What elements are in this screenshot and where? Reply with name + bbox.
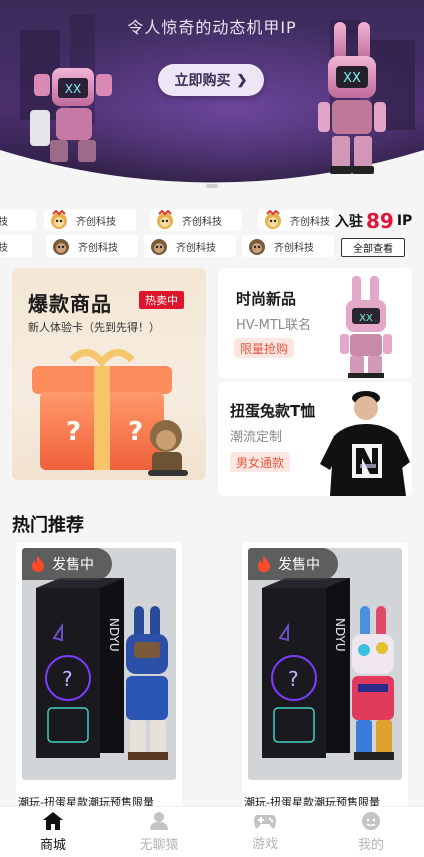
svg-text:?: ?: [62, 667, 73, 691]
tee-title: 扭蛋兔款T恤: [230, 402, 316, 420]
buy-now-button[interactable]: 立即购买 ❯: [158, 64, 264, 96]
svg-text:?: ?: [128, 417, 143, 447]
brand-name: 技: [0, 216, 8, 228]
brand-chip[interactable]: 齐创科技: [242, 235, 334, 257]
hot-products-title: 爆款商品: [28, 292, 112, 316]
chevron-right-icon: ❯: [236, 72, 248, 87]
profile-icon: [362, 812, 380, 830]
view-all-button[interactable]: 全部查看: [341, 238, 405, 257]
on-sale-badge: 发售中: [248, 548, 338, 580]
svg-text:NDYU: NDYU: [333, 618, 347, 652]
banner-title: 令人惊奇的动态机甲IP: [127, 18, 297, 37]
product-image: 发售中 NDYU ?: [22, 548, 176, 780]
svg-text:?: ?: [288, 667, 299, 691]
brand-chip[interactable]: 齐创科技: [46, 235, 138, 257]
join-count: 89: [366, 209, 394, 233]
hot-products-subtitle: 新人体验卡（先到先得！）: [28, 321, 160, 334]
svg-text:NDYU: NDYU: [107, 618, 121, 652]
buy-now-label: 立即购买: [174, 72, 231, 88]
on-sale-label: 发售中: [278, 557, 320, 573]
tab-bored-ape[interactable]: 无聊猿: [106, 807, 212, 857]
brand-name: 齐创科技: [274, 242, 314, 254]
join-suffix: IP: [396, 213, 413, 229]
product-box-figure-image: NDYU ?: [248, 548, 402, 780]
brand-monkey-logo-icon: [151, 239, 167, 255]
home-icon: [43, 812, 63, 830]
tab-games[interactable]: 游戏: [212, 807, 318, 857]
brand-monkey-logo-icon: [157, 209, 173, 229]
product-card[interactable]: 发售中 NDYU ? 潮玩-扭蛋星款潮玩预售限量: [16, 542, 182, 812]
tab-label: 游戏: [251, 837, 278, 852]
carousel-indicator[interactable]: [0, 184, 424, 188]
brand-monkey-logo-icon: [249, 239, 265, 255]
join-prefix: 入驻: [335, 214, 363, 230]
page: XX XX 令人惊奇的动态机甲IP 立即购买 ❯ 技 齐创科技 齐创科技 齐创科…: [0, 0, 424, 857]
brand-name: 齐创科技: [76, 216, 116, 228]
on-sale-badge: 发售中: [22, 548, 112, 580]
brand-monkey-logo-icon: [51, 209, 67, 229]
bottom-tab-bar: 商城 无聊猿 游戏 我的: [0, 806, 424, 857]
brand-monkey-logo-icon: [53, 239, 69, 255]
fashion-title: 时尚新品: [236, 290, 297, 308]
brand-name: 齐创科技: [182, 216, 222, 228]
fire-icon: [258, 556, 270, 572]
brand-chip[interactable]: 齐创科技: [150, 209, 242, 231]
hot-section-title: 热门推荐: [12, 515, 84, 536]
tab-mine[interactable]: 我的: [318, 807, 424, 857]
tab-shop[interactable]: 商城: [0, 807, 106, 857]
fashion-new-card[interactable]: 时尚新品 HV-MTL联名 限量抢购 XX: [218, 268, 412, 378]
brand-monkey-logo-icon: [265, 209, 281, 229]
gamepad-icon: [254, 815, 276, 829]
hot-sale-tag: 热卖中: [139, 291, 184, 309]
limited-pill: 限量抢购: [234, 338, 295, 358]
fire-icon: [32, 556, 44, 572]
gift-box-illustration: ? ?: [32, 349, 188, 476]
on-sale-label: 发售中: [52, 557, 94, 573]
unisex-pill: 男女通款: [230, 452, 291, 472]
user-icon: [150, 812, 168, 830]
product-image: 发售中 NDYU ?: [248, 548, 402, 780]
bunny-robot-figure-image: XX: [340, 276, 392, 378]
brand-name: 技: [0, 242, 8, 254]
hero-banner[interactable]: XX XX 令人惊奇的动态机甲IP 立即购买 ❯: [0, 0, 424, 196]
tee-subtitle: 潮流定制: [230, 430, 283, 445]
brand-name: 齐创科技: [78, 242, 118, 254]
svg-text:?: ?: [66, 417, 81, 447]
brand-name: 齐创科技: [290, 216, 330, 228]
product-box-figure-image: NDYU ?: [22, 548, 176, 780]
brand-chip[interactable]: 齐创科技: [144, 235, 236, 257]
brand-chip[interactable]: 技: [0, 235, 32, 257]
carousel-dot[interactable]: [206, 184, 218, 188]
svg-text:XX: XX: [65, 82, 81, 96]
svg-text:XX: XX: [343, 71, 361, 86]
fashion-subtitle: HV-MTL联名: [236, 318, 311, 333]
svg-text:XX: XX: [359, 313, 373, 324]
tab-label: 无聊猿: [139, 838, 179, 853]
tab-label: 我的: [357, 838, 384, 853]
ip-join-counter: 入驻 89 IP: [335, 207, 424, 235]
brand-chip[interactable]: 齐创科技: [44, 209, 136, 231]
product-card[interactable]: 发售中 NDYU ? 潮玩-扭蛋星款潮玩预售限量: [242, 542, 408, 812]
bunny-tee-card[interactable]: 扭蛋兔款T恤 潮流定制 男女通款: [218, 382, 412, 496]
brand-name: 齐创科技: [176, 242, 216, 254]
hot-products-card[interactable]: 爆款商品 热卖中 新人体验卡（先到先得！） ? ?: [12, 268, 206, 480]
tab-label: 商城: [39, 838, 66, 853]
brand-chip[interactable]: 技: [0, 209, 36, 231]
tshirt-model-image: [320, 391, 410, 496]
brand-chip[interactable]: 齐创科技: [258, 209, 334, 231]
